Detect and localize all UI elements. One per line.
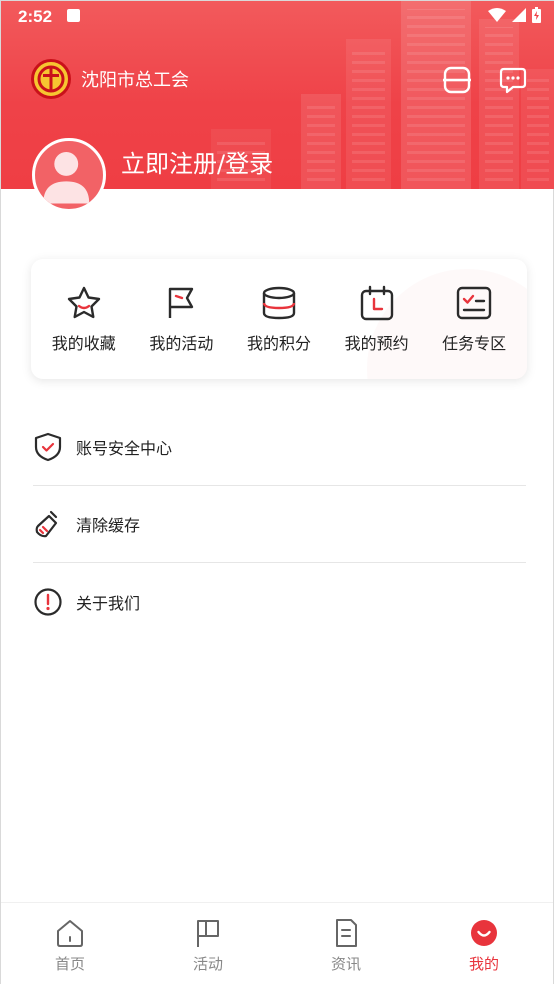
quick-label: 我的收藏 bbox=[51, 334, 116, 353]
task-board-icon bbox=[456, 286, 492, 320]
quick-actions-card: 我的收藏 我的活动 我的积分 我的预约 任务专区 bbox=[31, 259, 527, 379]
menu-label: 账号安全中心 bbox=[76, 439, 173, 458]
menu-label: 清除缓存 bbox=[76, 516, 141, 535]
tab-news[interactable]: 资讯 bbox=[277, 903, 415, 984]
quick-label: 我的活动 bbox=[149, 334, 214, 353]
status-bar: 2:52 bbox=[1, 1, 554, 31]
union-logo-icon bbox=[31, 59, 71, 99]
login-register-link[interactable]: 立即注册/登录 bbox=[121, 144, 273, 179]
chat-icon bbox=[499, 67, 527, 94]
flag-icon bbox=[169, 287, 194, 318]
user-avatar-icon bbox=[43, 152, 90, 204]
quick-item-activities[interactable]: 我的活动 bbox=[133, 284, 229, 354]
tab-label: 首页 bbox=[54, 955, 85, 973]
building-decoration bbox=[301, 94, 341, 189]
info-alert-icon bbox=[34, 587, 62, 616]
quick-item-reservations[interactable]: 我的预约 bbox=[329, 284, 425, 354]
building-decoration bbox=[479, 19, 519, 189]
document-icon bbox=[336, 919, 357, 947]
status-time: 2:52 bbox=[18, 7, 53, 26]
quick-label: 我的积分 bbox=[246, 334, 311, 353]
flag-icon bbox=[197, 920, 219, 947]
tab-activities[interactable]: 活动 bbox=[139, 903, 277, 984]
quick-item-points[interactable]: 我的积分 bbox=[231, 284, 327, 354]
avatar[interactable] bbox=[32, 138, 106, 212]
message-button[interactable] bbox=[499, 66, 527, 94]
tab-home[interactable]: 首页 bbox=[1, 903, 139, 984]
smile-icon bbox=[471, 920, 497, 946]
scan-icon bbox=[443, 66, 471, 94]
quick-label: 我的预约 bbox=[344, 334, 409, 353]
battery-icon bbox=[532, 7, 541, 23]
building-decoration bbox=[346, 39, 391, 189]
tab-label: 资讯 bbox=[330, 955, 361, 973]
menu-label: 关于我们 bbox=[76, 593, 141, 613]
bottom-tab-bar: 首页 活动 资讯 我的 bbox=[1, 902, 553, 984]
status-icons bbox=[488, 7, 541, 23]
settings-menu: 账号安全中心 清除缓存 关于我们 bbox=[33, 409, 526, 640]
menu-item-clear-cache[interactable]: 清除缓存 bbox=[33, 486, 526, 563]
home-icon bbox=[57, 920, 83, 947]
brand: 沈阳市总工会 bbox=[31, 59, 189, 99]
brand-name: 沈阳市总工会 bbox=[81, 70, 189, 91]
calendar-icon bbox=[360, 285, 393, 321]
broom-icon bbox=[35, 510, 58, 538]
wifi-icon bbox=[488, 8, 506, 22]
menu-item-account-security[interactable]: 账号安全中心 bbox=[33, 409, 526, 486]
tab-label: 我的 bbox=[468, 955, 499, 973]
scan-button[interactable] bbox=[443, 66, 471, 94]
menu-item-about-us[interactable]: 关于我们 bbox=[33, 563, 526, 640]
tab-label: 活动 bbox=[192, 955, 223, 973]
quick-item-tasks[interactable]: 任务专区 bbox=[426, 284, 522, 354]
signal-icon bbox=[512, 8, 526, 22]
quick-label: 任务专区 bbox=[442, 334, 507, 353]
tab-mine[interactable]: 我的 bbox=[415, 903, 553, 984]
shield-check-icon bbox=[34, 432, 62, 462]
coins-icon bbox=[262, 286, 296, 320]
star-icon bbox=[67, 286, 100, 319]
notification-icon bbox=[67, 9, 80, 22]
quick-item-favorites[interactable]: 我的收藏 bbox=[36, 284, 132, 354]
